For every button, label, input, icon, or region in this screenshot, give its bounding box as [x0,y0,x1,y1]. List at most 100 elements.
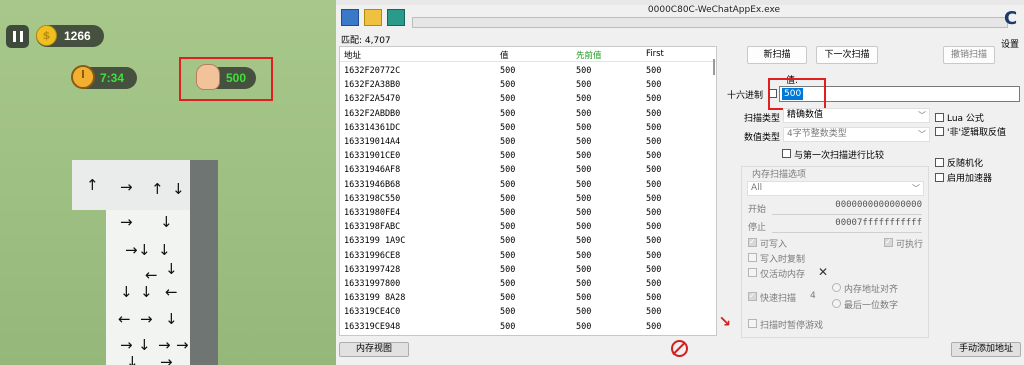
arrow-block-icon[interactable]: ↓ [138,243,151,258]
arrow-block-icon[interactable]: → [120,215,133,230]
first-value-cell: 500 [646,165,662,176]
last-digits-radio[interactable] [832,299,841,308]
previous-value-cell: 500 [576,165,592,176]
arrow-block-icon[interactable]: → [176,338,189,353]
table-row[interactable]: 1632F2A5470 500 500 500 [340,91,716,106]
pause-game-checkbox[interactable] [748,319,757,328]
stop-icon[interactable] [671,340,688,357]
table-row[interactable]: 16331996CE8 500 500 500 [340,248,716,263]
results-list[interactable]: 地址 值 先前值 First 1632F20772C 500 500 500 1632F… [339,46,717,336]
pause-button[interactable] [6,25,29,48]
arrow-block-icon[interactable]: → [120,338,133,353]
table-row[interactable]: 1633199 8A28 500 500 500 [340,290,716,305]
col-value[interactable]: 值 [500,49,509,61]
next-scan-button[interactable]: 下一次扫描 [816,46,878,64]
memory-view-button[interactable]: 内存视图 [339,342,409,357]
col-previous[interactable]: 先前值 [576,49,602,61]
unrandomizer-checkbox[interactable] [935,158,944,167]
table-row[interactable]: 1633198FABC 500 500 500 [340,219,716,234]
arrow-block-icon[interactable]: → [140,312,153,327]
align-radio[interactable] [832,283,841,292]
value-cell: 500 [500,165,516,176]
address-cell: 1633198FABC [344,222,401,233]
arrow-block-icon[interactable]: ↓ [165,312,178,327]
close-icon[interactable]: ✕ [818,265,828,279]
table-row[interactable]: 16331901CE0 500 500 500 [340,148,716,163]
table-row[interactable]: 163319014A4 500 500 500 [340,134,716,149]
table-row[interactable]: 1632F2A38B0 500 500 500 [340,77,716,92]
undo-scan-button[interactable]: 撤销扫描 [943,46,995,64]
first-value-cell: 500 [646,208,662,218]
arrow-block-icon[interactable]: ← [165,285,178,300]
hex-label: 十六进制 [727,91,764,101]
scan-type-value: 精确数值 [787,110,824,120]
settings-label[interactable]: 设置 [1001,37,1019,50]
table-row[interactable]: 1633198C550 500 500 500 [340,191,716,206]
first-value-cell: 500 [646,179,662,190]
add-address-button[interactable]: 手动添加地址 [951,342,1021,357]
start-address-field[interactable]: 0000000000000000 [772,200,922,215]
fast-scan-value[interactable]: 4 [810,291,816,301]
previous-value-cell: 500 [576,151,592,162]
coin-icon: $ [36,25,57,46]
arrow-block-icon[interactable]: ↓ [126,355,139,365]
col-first[interactable]: First [646,49,664,59]
table-row[interactable]: 16331980FE4 500 500 500 [340,205,716,220]
arrow-block-icon[interactable]: ↓ [140,285,153,300]
address-cell: 163314361DC [344,122,401,133]
speedhack-checkbox[interactable] [935,173,944,182]
computer-icon[interactable] [341,9,359,26]
table-row[interactable]: 163314361DC 500 500 500 [340,120,716,135]
arrow-block-icon[interactable]: → [125,243,138,258]
address-cell: 16331997428 [344,264,401,275]
arrow-block-icon[interactable]: ↓ [120,285,133,300]
table-row[interactable]: 16331946B68 500 500 500 [340,177,716,192]
arrow-block-icon[interactable]: ↓ [138,338,151,353]
col-address[interactable]: 地址 [344,49,361,61]
previous-value-cell: 500 [576,250,592,261]
value-type-select[interactable]: 4字节整数类型 ﹀ [783,127,930,142]
arrow-block-icon[interactable]: → [120,180,133,195]
table-row[interactable]: 16331946AF8 500 500 500 [340,162,716,177]
arrow-block-icon[interactable]: ↓ [160,215,173,230]
arrow-block-icon[interactable]: ← [145,268,158,283]
executable-label: 可执行 [896,240,924,250]
table-row[interactable]: 16331997428 500 500 500 [340,262,716,277]
open-folder-icon[interactable] [364,9,382,26]
executable-checkbox[interactable] [884,237,893,247]
lua-formula-checkbox[interactable] [935,113,944,122]
pause-game-label: 扫描时暂停游戏 [760,321,824,331]
arrow-block-icon[interactable]: ↓ [172,182,185,197]
arrow-block-icon[interactable]: → [160,355,173,365]
arrow-block-icon[interactable]: ↓ [165,262,178,277]
copy-on-write-checkbox[interactable] [748,253,757,262]
memory-region-select[interactable]: All ﹀ [747,181,924,196]
table-row[interactable]: 1632F20772C 500 500 500 [340,63,716,78]
cheat-engine-logo-icon[interactable]: C [1004,8,1022,34]
table-row[interactable]: 16331997800 500 500 500 [340,276,716,291]
table-row[interactable]: 163319CE4C0 500 500 500 [340,304,716,319]
table-row[interactable]: 1632F2ABDB0 500 500 500 [340,106,716,121]
arrow-block-icon[interactable]: ↑ [151,182,164,197]
scan-type-select[interactable]: 精确数值 ﹀ [783,108,930,123]
save-icon[interactable] [387,9,405,26]
compare-first-checkbox[interactable] [782,149,791,158]
address-cell: 16331996CE8 [344,250,401,261]
chevron-down-icon: ﹀ [918,130,926,139]
fast-scan-checkbox[interactable] [748,291,757,301]
table-row[interactable]: 1633199 1A9C 500 500 500 [340,233,716,248]
arrow-block-icon[interactable]: ↓ [158,243,171,258]
value-cell: 500 [500,222,516,233]
active-memory-checkbox[interactable] [748,268,757,277]
not-logic-checkbox[interactable] [935,127,944,136]
arrow-block-icon[interactable]: ↑ [86,178,99,193]
value-type-value: 4字节整数类型 [787,129,847,139]
arrow-block-icon[interactable]: → [158,338,171,353]
results-scrollbar[interactable] [712,47,716,335]
table-row[interactable]: 163319CE948 500 500 500 [340,319,716,334]
new-scan-button[interactable]: 新扫描 [747,46,807,64]
writable-checkbox[interactable] [748,237,757,247]
address-cell: 16331980FE4 [344,208,401,218]
stop-address-field[interactable]: 00007fffffffffff [772,218,922,233]
arrow-block-icon[interactable]: ← [118,312,131,327]
